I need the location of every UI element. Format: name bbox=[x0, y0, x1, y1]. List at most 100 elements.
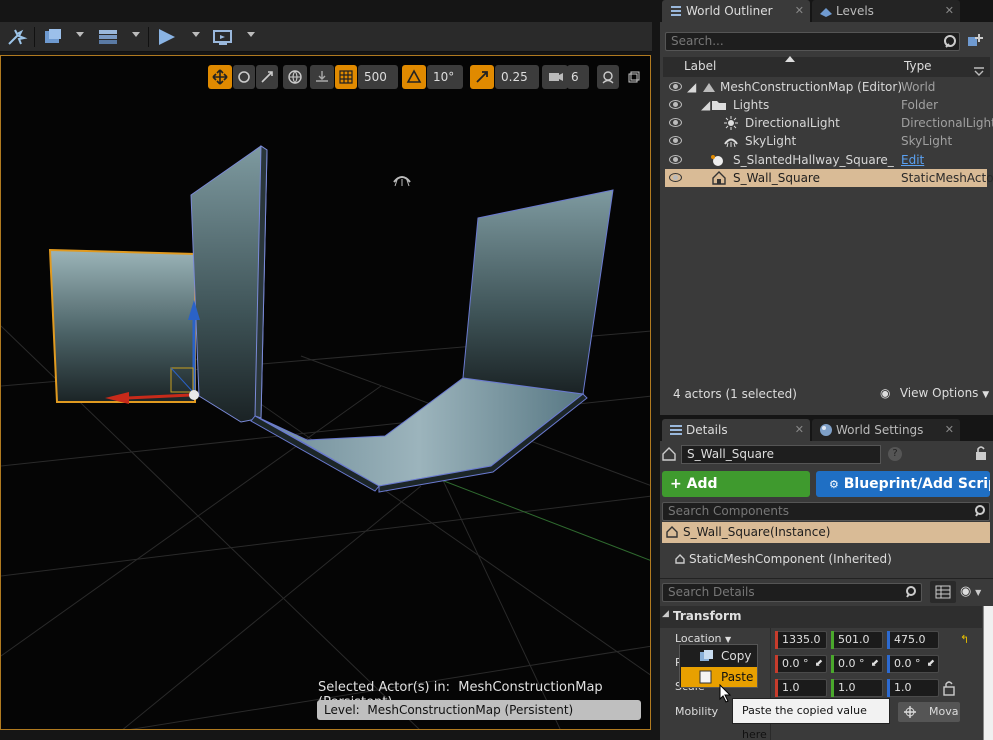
rotation-snap-value[interactable]: 10° bbox=[427, 65, 463, 89]
camera-speed-icon[interactable] bbox=[542, 65, 568, 89]
actor-icon bbox=[662, 447, 676, 461]
close-icon[interactable]: ✕ bbox=[795, 4, 804, 17]
visibility-eye-icon[interactable] bbox=[669, 136, 682, 145]
visibility-filter-button[interactable]: ◉ ▼ bbox=[960, 584, 990, 600]
blueprint-sphere-icon bbox=[711, 155, 723, 166]
tab-world-outliner[interactable]: World Outliner ✕ bbox=[662, 0, 810, 22]
search-details-input[interactable]: Search Details bbox=[662, 583, 922, 602]
location-y-input[interactable]: 501.0 bbox=[831, 631, 883, 649]
property-matrix-button[interactable] bbox=[930, 581, 956, 603]
rotation-x-input[interactable]: 0.0 ° ⬋ bbox=[775, 655, 827, 673]
blueprint-add-script-button[interactable]: ⚙ Blueprint/Add Scrip bbox=[816, 471, 990, 497]
visibility-eye-icon[interactable] bbox=[669, 118, 682, 127]
rotation-y-input[interactable]: 0.0 ° ⬋ bbox=[831, 655, 883, 673]
level-viewport[interactable]: 500 10° 0.25 6 Selected Actor(s) in: Mes… bbox=[0, 55, 651, 730]
component-instance-row[interactable]: S_Wall_Square(Instance) bbox=[662, 522, 990, 543]
modes-icon[interactable] bbox=[6, 25, 28, 49]
launch-icon[interactable] bbox=[211, 25, 235, 49]
scale-y-input[interactable]: 1.0 bbox=[831, 679, 883, 697]
search-icon bbox=[975, 505, 985, 517]
viewport-scene bbox=[1, 145, 650, 729]
play-dropdown-icon[interactable] bbox=[192, 32, 200, 37]
close-icon[interactable]: ✕ bbox=[795, 423, 804, 436]
reset-to-default-icon[interactable]: ↰ bbox=[960, 633, 969, 646]
close-icon[interactable]: ✕ bbox=[945, 4, 954, 17]
lock-icon[interactable] bbox=[974, 445, 988, 461]
outliner-row-wall-square[interactable]: S_Wall_Square StaticMeshActor bbox=[665, 169, 993, 187]
type-column-header[interactable]: Type bbox=[904, 59, 932, 73]
content-dropdown-icon[interactable] bbox=[76, 32, 84, 37]
static-mesh-icon bbox=[675, 554, 685, 564]
scale-mode-icon[interactable] bbox=[256, 65, 278, 89]
scale-x-input[interactable]: 1.0 bbox=[775, 679, 827, 697]
tab-levels[interactable]: Levels ✕ bbox=[812, 0, 960, 22]
skylight-icon bbox=[724, 138, 738, 147]
mobility-movable-button[interactable]: Mova bbox=[898, 702, 960, 722]
mouse-cursor-icon bbox=[719, 684, 732, 703]
copy-menu-item[interactable]: Copy bbox=[681, 646, 757, 666]
chevron-down-icon: ▼ bbox=[975, 588, 982, 597]
add-actor-icon[interactable] bbox=[965, 32, 985, 50]
surface-snap-icon[interactable] bbox=[310, 65, 334, 89]
outliner-row-skylight[interactable]: SkyLight SkyLight bbox=[665, 132, 987, 150]
outliner-row-slanted-hallway[interactable]: S_SlantedHallway_Square_ Edit S_SlantedH bbox=[665, 151, 987, 185]
chevron-down-icon: ▼ bbox=[982, 390, 990, 400]
tab-details[interactable]: Details ✕ bbox=[662, 419, 810, 441]
search-components-input[interactable]: Search Components bbox=[662, 502, 990, 521]
rotate-mode-icon[interactable] bbox=[233, 65, 255, 89]
lock-scale-icon[interactable] bbox=[942, 680, 956, 696]
translate-mode-icon[interactable] bbox=[208, 65, 232, 89]
actor-name-input[interactable]: S_Wall_Square bbox=[681, 445, 881, 464]
play-icon[interactable] bbox=[155, 25, 179, 49]
world-coordinate-icon[interactable] bbox=[283, 65, 307, 89]
tab-world-settings[interactable]: World Settings ✕ bbox=[812, 419, 960, 441]
viewport-options-icon[interactable] bbox=[597, 65, 619, 89]
outliner-row-folder[interactable]: ◢ Lights Folder bbox=[665, 96, 987, 114]
scale-snap-icon[interactable] bbox=[470, 65, 494, 89]
label-column-header[interactable]: Label bbox=[684, 59, 716, 73]
rotation-z-input[interactable]: 0.0 ° ⬋ bbox=[887, 655, 939, 673]
spin-icon[interactable]: ⬋ bbox=[815, 656, 823, 672]
content-icon[interactable] bbox=[42, 25, 66, 49]
outliner-search-input[interactable]: Search... bbox=[665, 32, 960, 51]
main-toolbar bbox=[0, 22, 652, 52]
context-menu: Copy Paste bbox=[679, 644, 758, 688]
outliner-row-directional-light[interactable]: DirectionalLight DirectionalLight bbox=[665, 114, 993, 132]
static-mesh-component-row[interactable]: StaticMeshComponent (Inherited) bbox=[662, 549, 990, 569]
add-component-button[interactable]: + Add Component ▼ bbox=[662, 471, 810, 518]
location-z-input[interactable]: 475.0 bbox=[887, 631, 939, 649]
visibility-eye-icon[interactable] bbox=[669, 82, 682, 91]
camera-speed-value[interactable]: 6 bbox=[567, 65, 589, 89]
visibility-eye-icon[interactable] bbox=[669, 155, 682, 164]
launch-dropdown-icon[interactable] bbox=[247, 32, 255, 37]
collapse-arrow-icon: ◢ bbox=[662, 609, 669, 619]
maximize-viewport-icon[interactable] bbox=[625, 65, 643, 89]
grid-snap-value[interactable]: 500 bbox=[358, 65, 398, 89]
spin-icon[interactable]: ⬋ bbox=[871, 656, 879, 672]
blueprint-icon: ⚙ bbox=[829, 478, 839, 491]
visibility-eye-icon[interactable] bbox=[669, 173, 682, 182]
actor-icon bbox=[666, 526, 678, 538]
actor-count: 4 actors (1 selected) bbox=[673, 387, 797, 401]
visibility-eye-icon[interactable] bbox=[669, 100, 682, 109]
location-x-input[interactable]: 1335.0 bbox=[775, 631, 827, 649]
grid-snap-icon[interactable] bbox=[335, 65, 357, 89]
build-dropdown-icon[interactable] bbox=[132, 32, 140, 37]
static-mesh-actor-icon bbox=[712, 171, 726, 185]
search-icon bbox=[906, 586, 916, 598]
details-scrollbar[interactable] bbox=[983, 606, 993, 740]
scale-snap-value[interactable]: 0.25 bbox=[495, 65, 539, 89]
rotation-snap-icon[interactable] bbox=[402, 65, 426, 89]
close-icon[interactable]: ✕ bbox=[945, 423, 954, 436]
scale-z-input[interactable]: 1.0 bbox=[887, 679, 939, 697]
build-icon[interactable] bbox=[96, 25, 120, 49]
column-options-icon[interactable] bbox=[974, 66, 984, 76]
outliner-icon bbox=[671, 6, 681, 16]
view-options-button[interactable]: ◉ View Options ▼ bbox=[880, 386, 989, 400]
chevron-down-icon: ▼ bbox=[725, 635, 732, 644]
help-icon[interactable]: ? bbox=[888, 447, 902, 461]
outliner-row-world[interactable]: ◢ MeshConstructionMap (Editor) World bbox=[665, 78, 987, 96]
spin-icon[interactable]: ⬋ bbox=[927, 656, 935, 672]
eye-icon: ◉ bbox=[960, 584, 972, 599]
eye-icon: ◉ bbox=[880, 386, 891, 400]
